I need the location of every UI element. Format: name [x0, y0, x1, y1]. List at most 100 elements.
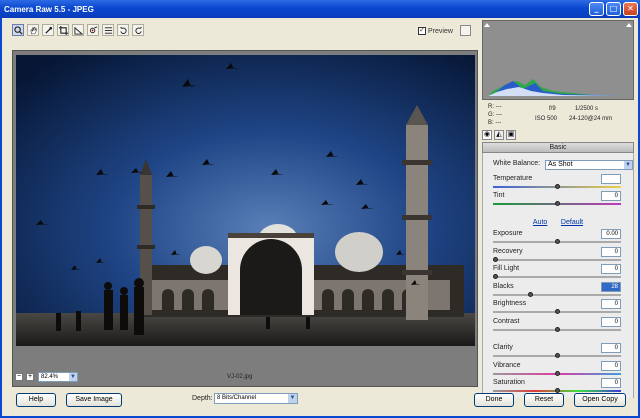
slider-thumb[interactable]: [493, 257, 498, 262]
preview-label: Preview: [428, 27, 453, 35]
slider-thumb[interactable]: [555, 309, 560, 314]
histogram: [482, 20, 634, 100]
slider-thumb[interactable]: [493, 274, 498, 279]
b-value: ---: [495, 120, 502, 126]
open-copy-button[interactable]: Open Copy: [574, 393, 626, 407]
preview-toggle[interactable]: ✓ Preview: [418, 27, 453, 35]
g-label: G:: [488, 112, 495, 118]
window-title: Camera Raw 5.5 - JPEG: [4, 4, 94, 14]
slider-value-field[interactable]: 0.00: [601, 229, 621, 239]
slider-value-field[interactable]: 0: [601, 378, 621, 388]
panel-tabs: ◉ ◭ ▣: [482, 130, 516, 140]
slider-row-blacks: Blacks 28: [493, 282, 623, 297]
slider-row-vibrance: Vibrance 0: [493, 361, 623, 376]
camera-raw-dialog: ✓ Preview − + 82.4% ▼ VJ-02.jpg R: --- G…: [0, 18, 640, 418]
title-bar: Camera Raw 5.5 - JPEG _ □ ✕: [0, 0, 640, 18]
chevron-down-icon: ▼: [288, 394, 297, 403]
slider-value-field[interactable]: [601, 174, 621, 184]
slider-track[interactable]: [493, 276, 621, 278]
r-label: R:: [488, 104, 494, 110]
slider-value-field[interactable]: 0: [601, 317, 621, 327]
chevron-down-icon: ▼: [69, 373, 77, 381]
basic-panel: White Balance: As Shot ▼ Temperature Tint…: [482, 153, 634, 398]
slider-label: Tint: [493, 192, 505, 199]
pixel-info: R: --- G: --- B: --- f/9 1/2500 s ISO 50…: [488, 104, 634, 128]
auto-link[interactable]: Auto: [533, 219, 547, 226]
slider-value-field[interactable]: 0: [601, 361, 621, 371]
maximize-button[interactable]: □: [606, 2, 621, 16]
depth-label: Depth:: [192, 395, 213, 402]
slider-label: Temperature: [493, 175, 533, 182]
slider-value-field[interactable]: 0: [601, 299, 621, 309]
b-label: B:: [488, 120, 494, 126]
shutter-speed: 1/2500 s: [575, 106, 599, 112]
slider-value-field[interactable]: 0: [601, 264, 621, 274]
photo-preview: [16, 55, 475, 346]
default-link[interactable]: Default: [561, 219, 583, 226]
reset-button[interactable]: Reset: [524, 393, 564, 407]
slider-value-field[interactable]: 0: [601, 191, 621, 201]
slider-row-fill-light: Fill Light 0: [493, 264, 623, 279]
iso: ISO 500: [535, 116, 558, 122]
slider-thumb[interactable]: [555, 239, 560, 244]
slider-track[interactable]: [493, 294, 621, 296]
hand-tool-icon[interactable]: [27, 24, 39, 36]
zoom-level-value: 82.4%: [41, 374, 59, 380]
basic-tab-icon[interactable]: ◉: [482, 130, 492, 140]
save-image-button[interactable]: Save Image: [66, 393, 122, 407]
zoom-level-select[interactable]: 82.4% ▼: [38, 372, 78, 382]
slider-row-clarity: Clarity 0: [493, 343, 623, 358]
slider-thumb[interactable]: [555, 371, 560, 376]
help-button[interactable]: Help: [16, 393, 56, 407]
slider-value-field[interactable]: 0: [601, 343, 621, 353]
straighten-icon[interactable]: [72, 24, 84, 36]
slider-thumb[interactable]: [555, 353, 560, 358]
aperture: f/9: [549, 106, 556, 112]
eyedropper-icon[interactable]: [42, 24, 54, 36]
done-button[interactable]: Done: [474, 393, 514, 407]
slider-row-recovery: Recovery 0: [493, 247, 623, 262]
depth-value: 8 Bits/Channel: [217, 395, 257, 401]
preferences-icon[interactable]: [102, 24, 114, 36]
zoom-tool-icon[interactable]: [12, 24, 24, 36]
fullscreen-icon[interactable]: [460, 25, 471, 36]
red-eye-icon[interactable]: [87, 24, 99, 36]
image-canvas[interactable]: [12, 50, 478, 387]
slider-label: Blacks: [493, 283, 514, 290]
rotate-right-icon[interactable]: [132, 24, 144, 36]
slider-track[interactable]: [493, 259, 621, 261]
slider-row-tint: Tint 0: [493, 191, 623, 206]
slider-row-brightness: Brightness 0: [493, 299, 623, 314]
white-balance-row: White Balance: As Shot ▼: [493, 160, 633, 170]
slider-value-field[interactable]: 0: [601, 247, 621, 257]
crop-icon[interactable]: [57, 24, 69, 36]
slider-row-contrast: Contrast 0: [493, 317, 623, 332]
slider-thumb[interactable]: [555, 201, 560, 206]
depth-select[interactable]: 8 Bits/Channel ▼: [214, 393, 298, 404]
detail-tab-icon[interactable]: ▣: [506, 130, 516, 140]
preview-checkbox[interactable]: ✓: [418, 27, 426, 35]
slider-value-field[interactable]: 28: [601, 282, 621, 292]
histogram-graph: [483, 21, 633, 99]
zoom-in-button[interactable]: +: [26, 373, 34, 381]
image-filename: VJ-02.jpg: [227, 374, 253, 380]
slider-label: Clarity: [493, 344, 513, 351]
canvas-statusbar: − + 82.4% ▼ VJ-02.jpg: [12, 370, 478, 384]
panel-header: Basic: [482, 142, 634, 153]
chevron-down-icon: ▼: [624, 161, 632, 169]
white-balance-select[interactable]: As Shot ▼: [545, 160, 633, 170]
slider-row-temperature: Temperature: [493, 174, 623, 189]
rotate-left-icon[interactable]: [117, 24, 129, 36]
slider-label: Contrast: [493, 318, 520, 325]
slider-thumb[interactable]: [527, 292, 533, 297]
toolbar: [12, 24, 144, 38]
white-balance-value: As Shot: [548, 161, 573, 168]
slider-thumb[interactable]: [555, 327, 560, 332]
r-value: ---: [495, 104, 502, 110]
slider-label: Exposure: [493, 230, 523, 237]
close-button[interactable]: ✕: [623, 2, 638, 16]
slider-thumb[interactable]: [555, 184, 560, 189]
minimize-button[interactable]: _: [589, 2, 604, 16]
tone-curve-tab-icon[interactable]: ◭: [494, 130, 504, 140]
zoom-out-button[interactable]: −: [15, 373, 23, 381]
